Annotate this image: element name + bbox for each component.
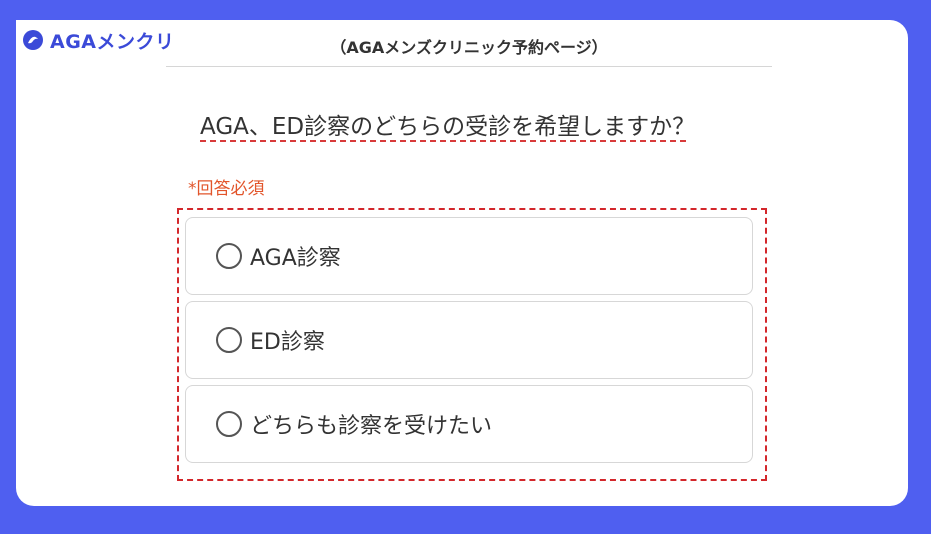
logo-text: AGAメンクリ bbox=[50, 30, 175, 53]
question-underline bbox=[200, 140, 686, 142]
options-highlight-box: AGA診察 ED診察 どちらも診察を受けたい bbox=[177, 208, 767, 481]
option-label: AGA診察 bbox=[250, 246, 341, 271]
option-ed[interactable]: ED診察 bbox=[185, 301, 753, 379]
page-card: AGAメンクリ （AGAメンズクリニック予約ページ） AGA、ED診察のどちらの… bbox=[16, 20, 908, 506]
option-label: どちらも診察を受けたい bbox=[250, 414, 493, 439]
logo-mark-icon bbox=[23, 30, 43, 50]
option-aga[interactable]: AGA診察 bbox=[185, 217, 753, 295]
required-label: *回答必須 bbox=[188, 179, 265, 199]
page-title: （AGAメンズクリニック予約ページ） bbox=[166, 34, 772, 67]
radio-button-icon[interactable] bbox=[216, 243, 242, 269]
radio-button-icon[interactable] bbox=[216, 327, 242, 353]
option-label: ED診察 bbox=[250, 330, 325, 355]
radio-button-icon[interactable] bbox=[216, 411, 242, 437]
option-both[interactable]: どちらも診察を受けたい bbox=[185, 385, 753, 463]
question-text: AGA、ED診察のどちらの受診を希望しますか？ bbox=[200, 114, 696, 140]
